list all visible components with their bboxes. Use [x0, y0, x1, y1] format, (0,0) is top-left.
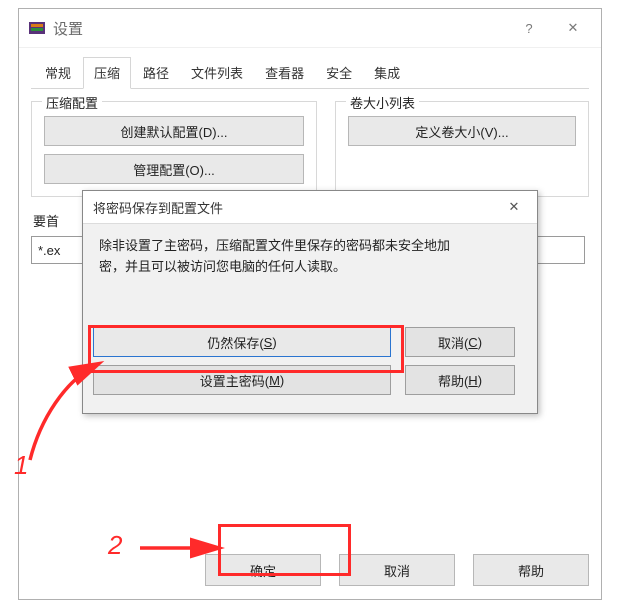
tab-viewer[interactable]: 查看器	[255, 58, 314, 88]
tab-general[interactable]: 常规	[35, 58, 81, 88]
tab-security[interactable]: 安全	[316, 58, 362, 88]
group-legend: 卷大小列表	[346, 93, 419, 112]
set-master-password-button[interactable]: 设置主密码(M)	[93, 365, 391, 395]
window-title: 设置	[53, 18, 507, 39]
still-save-button[interactable]: 仍然保存(S)	[93, 327, 391, 357]
arrow-1-icon	[20, 360, 110, 470]
annotation-number-1: 1	[14, 450, 28, 481]
tab-paths[interactable]: 路径	[133, 58, 179, 88]
group-volume-sizes: 卷大小列表 定义卷大小(V)...	[335, 101, 589, 197]
define-volume-sizes-button[interactable]: 定义卷大小(V)...	[348, 116, 576, 146]
group-compress-profiles: 压缩配置 创建默认配置(D)... 管理配置(O)...	[31, 101, 317, 197]
arrow-2-icon	[140, 536, 228, 560]
dialog-cancel-button[interactable]: 取消(C)	[405, 327, 515, 357]
annotation-number-2: 2	[108, 530, 122, 561]
dialog-help-button[interactable]: 帮助(H)	[405, 365, 515, 395]
dialog-titlebar: 将密码保存到配置文件 ✕	[83, 191, 537, 224]
dialog-close-button[interactable]: ✕	[497, 195, 531, 219]
winrar-icon	[27, 18, 47, 38]
titlebar: 设置 ? ✕	[19, 9, 601, 48]
dialog-title: 将密码保存到配置文件	[93, 198, 497, 217]
tab-filelist[interactable]: 文件列表	[181, 58, 253, 88]
tab-strip: 常规 压缩 路径 文件列表 查看器 安全 集成	[31, 60, 589, 89]
create-default-profile-button[interactable]: 创建默认配置(D)...	[44, 116, 304, 146]
save-password-dialog: 将密码保存到配置文件 ✕ 除非设置了主密码，压缩配置文件里保存的密码都未安全地加…	[82, 190, 538, 414]
tab-integrate[interactable]: 集成	[364, 58, 410, 88]
manage-profiles-button[interactable]: 管理配置(O)...	[44, 154, 304, 184]
cancel-button[interactable]: 取消	[339, 554, 455, 586]
close-button[interactable]: ✕	[551, 13, 595, 43]
group-legend: 压缩配置	[42, 93, 102, 112]
help-button[interactable]: ?	[507, 13, 551, 43]
dialog-message: 除非设置了主密码，压缩配置文件里保存的密码都未安全地加 密，并且可以被访问您电脑…	[83, 224, 537, 290]
tab-compress[interactable]: 压缩	[83, 57, 131, 89]
help-button[interactable]: 帮助	[473, 554, 589, 586]
